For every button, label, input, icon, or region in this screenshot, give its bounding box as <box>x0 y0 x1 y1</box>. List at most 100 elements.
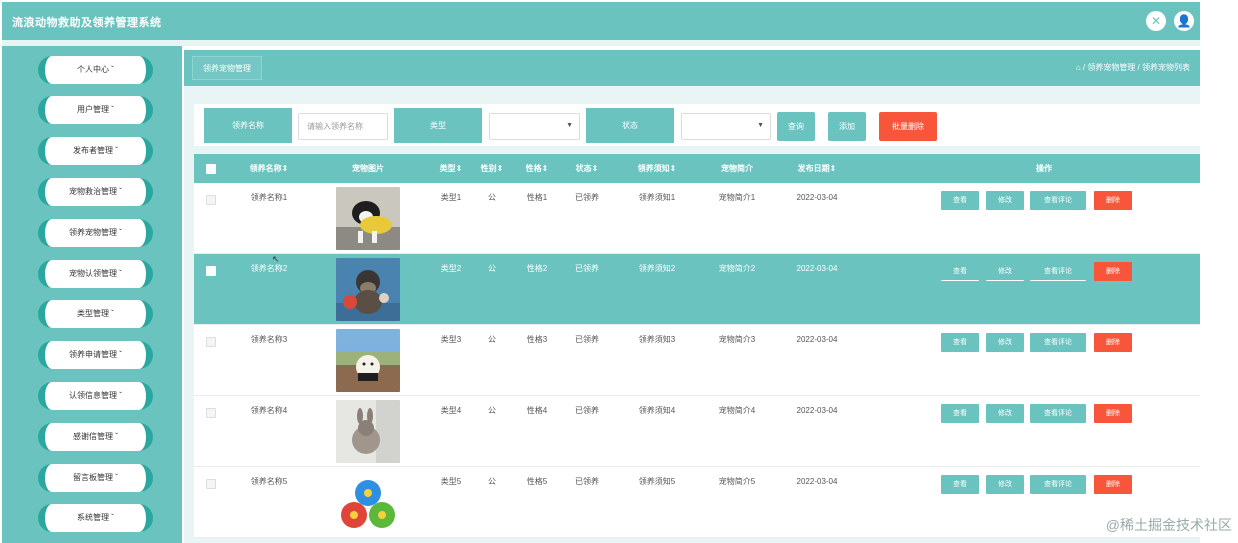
pet-photo-toys-5 <box>336 471 400 534</box>
sidebar-item-claim-info[interactable]: 认领信息管理 ˇ <box>38 382 153 410</box>
name-search-input[interactable]: 请输入领养名称 <box>298 113 388 140</box>
table-row[interactable]: 领养名称4 类型4 公 性格4 已领养 领养须知4 宠物简介4 2022-03-… <box>194 396 1200 467</box>
pet-image <box>336 329 400 392</box>
cell-type: 类型2 <box>440 264 462 273</box>
table-row[interactable]: 领养名称2 类型2 公 性格2 已领养 领养须知2 宠物简介2 2022-03-… <box>194 254 1200 325</box>
row-checkbox[interactable] <box>206 266 216 276</box>
cell-date: 2022-03-04 <box>796 264 838 273</box>
col-type[interactable]: 类型⇕ <box>426 154 476 183</box>
pet-photo-rabbit-4 <box>336 400 400 463</box>
cell-type: 类型4 <box>440 406 462 415</box>
edit-button[interactable]: 修改 <box>986 191 1024 210</box>
status-select[interactable]: ▼ <box>681 113 771 140</box>
cell-status: 已领养 <box>575 477 599 486</box>
view-button[interactable]: 查看 <box>941 475 979 494</box>
pet-image <box>336 258 400 321</box>
delete-button[interactable]: 删除 <box>1094 404 1132 423</box>
add-button[interactable]: 添加 <box>828 112 866 141</box>
cell-intro: 宠物简介3 <box>718 335 756 344</box>
col-gender[interactable]: 性别⇕ <box>472 154 512 183</box>
col-notice[interactable]: 领养须知⇕ <box>622 154 692 183</box>
col-status[interactable]: 状态⇕ <box>562 154 612 183</box>
table-row[interactable]: 领养名称3 类型3 公 性格3 已领养 领养须知3 宠物简介3 2022-03-… <box>194 325 1200 396</box>
delete-button[interactable]: 删除 <box>1094 191 1132 210</box>
cell-status: 已领养 <box>575 406 599 415</box>
select-all-checkbox[interactable] <box>206 164 216 174</box>
cell-name: 领养名称3 <box>250 335 288 344</box>
type-filter-label: 类型 <box>394 108 482 143</box>
pet-photo-dog-3 <box>336 329 400 392</box>
sidebar-item-message-board[interactable]: 留言板管理 ˇ <box>38 464 153 492</box>
sidebar-item-adoption-pets[interactable]: 领养宠物管理 ˇ <box>38 219 153 247</box>
sidebar-item-thank-letters[interactable]: 感谢信管理 ˇ <box>38 423 153 451</box>
view-button[interactable]: 查看 <box>941 262 979 281</box>
cell-gender: 公 <box>488 335 496 344</box>
col-name[interactable]: 领养名称⇕ <box>234 154 304 183</box>
col-character[interactable]: 性格⇕ <box>512 154 562 183</box>
app-root: 流浪动物救助及领养管理系统 ✕ 👤 个人中心 ˇ 用户管理 ˇ 发布者管理 ˇ … <box>0 0 1238 543</box>
view-comments-button[interactable]: 查看评论 <box>1030 333 1086 352</box>
sidebar-item-publishers[interactable]: 发布者管理 ˇ <box>38 137 153 165</box>
sidebar-item-adoption-applications[interactable]: 领养申请管理 ˇ <box>38 341 153 369</box>
edit-button[interactable]: 修改 <box>986 262 1024 281</box>
view-button[interactable]: 查看 <box>941 191 979 210</box>
cell-notice: 领养须知2 <box>638 264 676 273</box>
cell-character: 性格2 <box>526 264 548 273</box>
cell-character: 性格3 <box>526 335 548 344</box>
sidebar-item-system[interactable]: 系统管理 ˇ <box>38 504 153 532</box>
delete-button[interactable]: 删除 <box>1094 475 1132 494</box>
view-comments-button[interactable]: 查看评论 <box>1030 262 1086 281</box>
cell-intro: 宠物简介5 <box>718 477 756 486</box>
watermark: @稀土掘金技术社区 <box>1105 517 1232 533</box>
cell-notice: 领养须知4 <box>638 406 676 415</box>
chevron-down-icon: ▼ <box>566 122 573 129</box>
status-filter-label: 状态 <box>586 108 674 143</box>
cell-character: 性格5 <box>526 477 548 486</box>
top-bar: 流浪动物救助及领养管理系统 ✕ 👤 <box>2 2 1200 40</box>
sidebar-item-pet-claims[interactable]: 宠物认领管理 ˇ <box>38 260 153 288</box>
view-button[interactable]: 查看 <box>941 333 979 352</box>
col-date[interactable]: 发布日期⇕ <box>782 154 852 183</box>
pet-photo-dog-2 <box>336 258 400 321</box>
table-row[interactable]: 领养名称5 类型5 公 性格5 已领养 领养须知5 宠物简介5 2022-03-… <box>194 467 1200 538</box>
breadcrumb: ⌂ / 领养宠物管理 / 领养宠物列表 <box>1075 63 1190 72</box>
page-title-tab[interactable]: 领养宠物管理 <box>192 56 262 80</box>
cell-name: 领养名称2 <box>250 264 288 273</box>
delete-button[interactable]: 删除 <box>1094 262 1132 281</box>
edit-button[interactable]: 修改 <box>986 475 1024 494</box>
cell-intro: 宠物简介4 <box>718 406 756 415</box>
cell-name: 领养名称1 <box>250 193 288 202</box>
cell-date: 2022-03-04 <box>796 477 838 486</box>
table-row[interactable]: 领养名称1 类型1 公 性格1 已领养 领养须知1 宠物简介1 2022-03-… <box>194 183 1200 254</box>
pet-image <box>336 471 400 534</box>
cell-type: 类型1 <box>440 193 462 202</box>
row-checkbox[interactable] <box>206 195 216 205</box>
sidebar-item-types[interactable]: 类型管理 ˇ <box>38 300 153 328</box>
mouse-cursor-icon: ↖ <box>272 254 280 264</box>
pet-photo-dog-1 <box>336 187 400 250</box>
view-comments-button[interactable]: 查看评论 <box>1030 404 1086 423</box>
search-button[interactable]: 查询 <box>777 112 815 141</box>
sidebar-item-users[interactable]: 用户管理 ˇ <box>38 96 153 124</box>
fullscreen-icon[interactable]: ✕ <box>1146 11 1166 31</box>
col-image: 宠物图片 <box>352 164 384 173</box>
view-button[interactable]: 查看 <box>941 404 979 423</box>
view-comments-button[interactable]: 查看评论 <box>1030 475 1086 494</box>
cell-notice: 领养须知1 <box>638 193 676 202</box>
row-checkbox[interactable] <box>206 479 216 489</box>
view-comments-button[interactable]: 查看评论 <box>1030 191 1086 210</box>
type-select[interactable]: ▼ <box>489 113 580 140</box>
row-checkbox[interactable] <box>206 337 216 347</box>
row-checkbox[interactable] <box>206 408 216 418</box>
chevron-down-icon: ▼ <box>757 122 764 129</box>
user-icon[interactable]: 👤 <box>1174 11 1194 31</box>
edit-button[interactable]: 修改 <box>986 333 1024 352</box>
sidebar-item-pet-rescue[interactable]: 宠物救治管理 ˇ <box>38 178 153 206</box>
cell-gender: 公 <box>488 406 496 415</box>
sidebar-item-personal-center[interactable]: 个人中心 ˇ <box>38 56 153 84</box>
edit-button[interactable]: 修改 <box>986 404 1024 423</box>
cell-date: 2022-03-04 <box>796 406 838 415</box>
batch-delete-button[interactable]: 批量删除 <box>879 112 937 141</box>
pet-image <box>336 187 400 250</box>
delete-button[interactable]: 删除 <box>1094 333 1132 352</box>
